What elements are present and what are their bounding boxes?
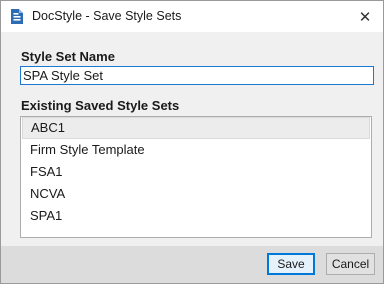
existing-style-sets-label: Existing Saved Style Sets: [21, 98, 180, 113]
list-item[interactable]: NCVA: [22, 183, 370, 205]
docstyle-app-icon: [9, 8, 25, 25]
existing-style-sets-list[interactable]: ABC1 Firm Style Template FSA1 NCVA SPA1: [20, 116, 372, 238]
save-button[interactable]: Save: [267, 253, 315, 275]
list-item[interactable]: SPA1: [22, 205, 370, 227]
list-item[interactable]: FSA1: [22, 161, 370, 183]
list-item[interactable]: ABC1: [22, 117, 370, 139]
dialog-window: DocStyle - Save Style Sets ✕ Style Set N…: [0, 0, 384, 284]
cancel-button[interactable]: Cancel: [326, 253, 375, 275]
window-title: DocStyle - Save Style Sets: [32, 9, 182, 23]
dialog-footer: Save Cancel: [1, 246, 383, 283]
title-bar[interactable]: DocStyle - Save Style Sets ✕: [1, 1, 383, 32]
style-set-name-input[interactable]: [20, 66, 374, 85]
close-icon[interactable]: ✕: [347, 1, 383, 32]
list-item[interactable]: Firm Style Template: [22, 139, 370, 161]
style-set-name-label: Style Set Name: [21, 49, 115, 64]
